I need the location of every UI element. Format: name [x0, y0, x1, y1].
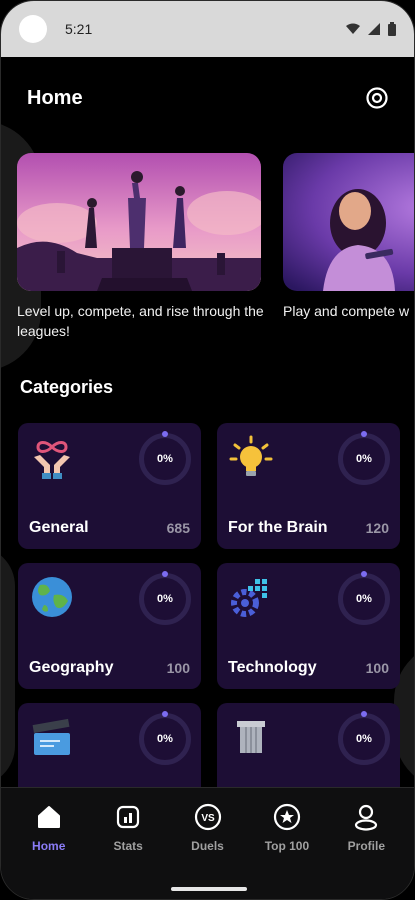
banner-caption: Level up, compete, and rise through the …: [17, 303, 264, 339]
profile-icon: [352, 803, 380, 831]
app-header: Home: [27, 83, 390, 113]
nav-item-top-100[interactable]: Top 100: [247, 803, 326, 853]
progress-value: 0%: [356, 733, 372, 745]
clapperboard-icon: [30, 715, 74, 759]
nav-item-duels[interactable]: VS Duels: [168, 803, 247, 853]
category-name: General: [29, 519, 89, 536]
category-card-geography[interactable]: 0% Geography 100: [18, 563, 201, 689]
status-icons: [346, 22, 396, 36]
progress-value: 0%: [356, 593, 372, 605]
home-indicator[interactable]: [171, 887, 247, 891]
progress-ring: 0%: [139, 711, 191, 765]
section-title: Categories: [20, 377, 114, 397]
star-badge-icon: [273, 803, 301, 831]
settings-button[interactable]: [364, 85, 390, 111]
banner-image-player: [283, 153, 414, 291]
nav-label: Home: [32, 839, 66, 853]
stats-icon: [114, 803, 142, 831]
progress-value: 0%: [157, 733, 173, 745]
nav-label: Stats: [113, 839, 143, 853]
banner-card[interactable]: Play and compete w: [283, 153, 414, 321]
status-time: 5:21: [65, 21, 93, 37]
progress-value: 0%: [157, 453, 173, 465]
progress-ring: 0%: [338, 711, 390, 765]
progress-ring: 0%: [139, 431, 191, 485]
category-card-technology[interactable]: 0% Technology 100: [217, 563, 400, 689]
category-name: Geography: [29, 659, 114, 676]
column-icon: [229, 715, 273, 759]
signal-icon: [368, 23, 380, 35]
nav-label: Top 100: [264, 839, 310, 853]
page-title: Home: [27, 86, 83, 109]
bottom-navigation: Home Stats VS Duels Top 100 Profile: [1, 787, 414, 899]
category-count: 100: [365, 660, 389, 676]
category-card-general[interactable]: 0% General 685: [18, 423, 201, 549]
banner-carousel[interactable]: Level up, compete, and rise through the …: [17, 153, 414, 353]
category-name: Technology: [228, 659, 317, 676]
category-name: For the Brain: [228, 519, 328, 536]
banner-card[interactable]: Level up, compete, and rise through the …: [17, 153, 267, 341]
phone-screen: 5:21 Home Level up, compete, and rise th…: [0, 0, 415, 900]
nav-item-profile[interactable]: Profile: [327, 803, 406, 853]
category-count: 120: [365, 520, 389, 536]
lightbulb-icon: [229, 435, 273, 479]
home-icon: [35, 803, 63, 831]
category-count: 685: [166, 520, 190, 536]
nav-label: Duels: [191, 839, 224, 853]
gear-chip-icon: [229, 575, 273, 619]
nav-item-stats[interactable]: Stats: [88, 803, 167, 853]
progress-value: 0%: [356, 453, 372, 465]
infinity-hands-icon: [30, 435, 74, 479]
globe-icon: [30, 575, 74, 619]
banner-caption: Play and compete w: [283, 303, 410, 319]
battery-icon: [388, 22, 396, 36]
svg-text:VS: VS: [201, 813, 215, 824]
progress-ring: 0%: [338, 571, 390, 625]
progress-value: 0%: [157, 593, 173, 605]
wifi-icon: [346, 23, 360, 34]
status-bar: 5:21: [1, 1, 414, 57]
nav-label: Profile: [347, 839, 385, 853]
banner-image-celebration: [17, 153, 261, 291]
nav-item-home[interactable]: Home: [9, 803, 88, 853]
progress-ring: 0%: [139, 571, 191, 625]
camera-cutout: [19, 15, 47, 43]
category-count: 100: [166, 660, 190, 676]
versus-icon: VS: [194, 803, 222, 831]
progress-ring: 0%: [338, 431, 390, 485]
settings-icon: [366, 87, 388, 109]
category-card-for-the-brain[interactable]: 0% For the Brain 120: [217, 423, 400, 549]
background-decoration: [1, 546, 15, 786]
